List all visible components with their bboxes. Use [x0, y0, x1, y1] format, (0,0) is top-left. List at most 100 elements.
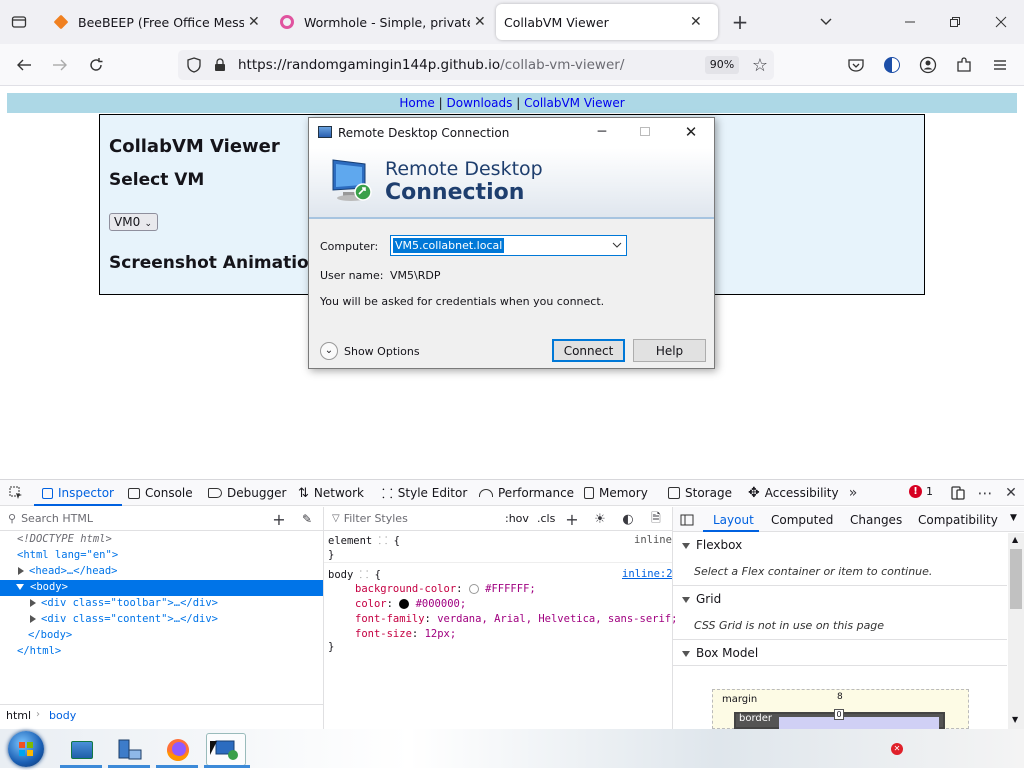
new-tab-icon[interactable]: +: [728, 10, 752, 34]
reload-icon[interactable]: [84, 53, 108, 77]
tracking-protection-shield-icon[interactable]: [182, 53, 206, 77]
tab-style-editor[interactable]: ⸬ Style Editor: [382, 482, 467, 504]
add-rule-icon[interactable]: +: [564, 510, 580, 529]
start-button[interactable]: [8, 731, 44, 767]
markup-line-doctype[interactable]: <!DOCTYPE html>: [17, 533, 112, 545]
chevron-down-icon[interactable]: [612, 239, 622, 254]
devtools-close-icon[interactable]: ✕: [1001, 483, 1021, 503]
dark-mode-icon[interactable]: ◐: [620, 510, 636, 528]
scroll-down-icon[interactable]: ▼: [1012, 715, 1018, 724]
rule-element[interactable]: element ⸬ {: [328, 534, 400, 548]
help-button[interactable]: Help: [633, 339, 706, 362]
element-picker-icon[interactable]: [6, 483, 26, 503]
taskbar-beebeep-icon[interactable]: [62, 733, 102, 766]
markup-line-body-close[interactable]: </body>: [28, 629, 72, 641]
responsive-design-icon[interactable]: [948, 483, 968, 503]
network-error-icon[interactable]: ✕: [891, 743, 903, 755]
tab-storage[interactable]: Storage: [668, 482, 732, 504]
minimize-icon[interactable]: [898, 10, 922, 34]
light-mode-icon[interactable]: ☀: [592, 510, 608, 528]
tab-computed[interactable]: Computed: [771, 513, 833, 527]
bookmark-star-icon[interactable]: ☆: [748, 53, 772, 77]
more-tools-chevron-icon[interactable]: »: [843, 483, 863, 503]
nav-link-downloads[interactable]: Downloads: [447, 96, 513, 110]
error-count[interactable]: ! 1: [909, 485, 933, 498]
tab-changes[interactable]: Changes: [850, 513, 902, 527]
markup-line-head[interactable]: <head>…</head>: [18, 565, 118, 577]
close-window-icon[interactable]: [989, 10, 1013, 34]
swatch-white-icon[interactable]: [468, 584, 479, 594]
filter-styles-input[interactable]: ▽ Filter Styles: [332, 512, 408, 525]
tab-list-icon[interactable]: [6, 10, 32, 34]
forward-icon[interactable]: [48, 53, 72, 77]
collapse-arrow-icon[interactable]: [16, 584, 24, 590]
close-tab-icon[interactable]: ✕: [248, 14, 260, 30]
tab-performance[interactable]: Performance: [479, 482, 574, 504]
zoom-indicator[interactable]: 90%: [705, 56, 739, 74]
connect-button[interactable]: Connect: [552, 339, 625, 362]
account-icon[interactable]: [916, 53, 940, 77]
url-text[interactable]: https://randomgamingin144p.github.io/col…: [238, 57, 624, 73]
prop-color[interactable]: color: #000000;: [355, 598, 466, 610]
show-options-button[interactable]: ⌄ Show Options: [320, 342, 420, 360]
expand-arrow-icon[interactable]: [30, 615, 36, 623]
tab-beebeep[interactable]: BeeBEEP (Free Office Messenge ✕: [46, 4, 268, 40]
tab-collabvm[interactable]: CollabVM Viewer ✕: [496, 4, 718, 40]
markup-line-content-div[interactable]: <div class="content">…</div>: [30, 613, 218, 625]
markup-line-toolbar-div[interactable]: <div class="toolbar">…</div>: [30, 597, 218, 609]
hov-toggle[interactable]: :hov: [505, 512, 529, 525]
expand-arrow-icon[interactable]: [30, 599, 36, 607]
devtools-options-icon[interactable]: ⋯: [975, 483, 995, 503]
tab-debugger[interactable]: Debugger: [208, 482, 286, 504]
toggle-sidebar-icon[interactable]: [678, 511, 696, 529]
tab-console[interactable]: Console: [128, 482, 193, 504]
rdp-minimize-icon[interactable]: ─: [592, 122, 612, 142]
tab-accessibility[interactable]: ✥ Accessibility: [748, 482, 839, 504]
taskbar-firefox-icon[interactable]: [158, 733, 198, 766]
restore-icon[interactable]: [943, 10, 967, 34]
rule-body-source-link[interactable]: inline:2: [622, 568, 673, 580]
vm-select[interactable]: VM0 ⌄: [109, 213, 158, 231]
search-html-input[interactable]: ⚲ Search HTML: [8, 512, 93, 525]
nav-link-home[interactable]: Home: [399, 96, 434, 110]
print-media-icon[interactable]: 🗎: [648, 510, 664, 528]
layout-tabs-overflow-icon[interactable]: ▼: [1010, 513, 1017, 523]
tab-compatibility[interactable]: Compatibility: [918, 513, 998, 527]
breadcrumb-body[interactable]: body: [49, 709, 76, 722]
scroll-up-icon[interactable]: ▲: [1012, 535, 1018, 544]
cls-toggle[interactable]: .cls: [537, 512, 555, 525]
close-tab-icon[interactable]: ✕: [690, 14, 702, 30]
prop-background-color[interactable]: background-color: #FFFFFF;: [355, 583, 536, 595]
prop-font-family[interactable]: font-family: verdana, Arial, Helvetica, …: [355, 613, 677, 625]
add-node-icon[interactable]: +: [270, 510, 288, 529]
layout-scrollbar[interactable]: ▲ ▼: [1008, 533, 1024, 729]
dark-reader-icon[interactable]: [880, 53, 904, 77]
scrollbar-thumb[interactable]: [1010, 549, 1022, 609]
extensions-puzzle-icon[interactable]: [952, 53, 976, 77]
prop-font-size[interactable]: font-size: 12px;: [355, 628, 456, 640]
tab-overflow-chevron-icon[interactable]: [814, 10, 838, 34]
tab-wormhole[interactable]: Wormhole - Simple, private file ✕: [272, 4, 494, 40]
eyedropper-icon[interactable]: ✎: [298, 510, 316, 528]
markup-line-html[interactable]: <html lang="en">: [17, 549, 118, 561]
back-icon[interactable]: [12, 53, 36, 77]
lock-icon[interactable]: [208, 53, 232, 77]
markup-line-html-close[interactable]: </html>: [17, 645, 61, 657]
tab-memory[interactable]: Memory: [584, 482, 648, 504]
box-model-section-header[interactable]: Box Model: [682, 646, 758, 660]
breadcrumb-html[interactable]: html: [6, 709, 31, 722]
rdp-close-icon[interactable]: ✕: [681, 122, 701, 142]
rule-body[interactable]: body ⸬ {: [328, 568, 381, 582]
grid-section-header[interactable]: Grid: [682, 592, 721, 606]
close-tab-icon[interactable]: ✕: [474, 14, 486, 30]
nav-link-collabvm-viewer[interactable]: CollabVM Viewer: [524, 96, 625, 110]
taskbar-network-icon[interactable]: [110, 733, 150, 766]
flexbox-section-header[interactable]: Flexbox: [682, 538, 742, 552]
menu-hamburger-icon[interactable]: [988, 53, 1012, 77]
tab-network[interactable]: ⇅ Network: [298, 482, 364, 504]
markup-line-body[interactable]: <body>: [16, 581, 68, 593]
rdp-title-bar[interactable]: Remote Desktop Connection ─ ✕: [309, 118, 714, 148]
computer-combobox[interactable]: VM5.collabnet.local: [390, 235, 627, 256]
expand-arrow-icon[interactable]: [18, 567, 24, 575]
pocket-icon[interactable]: [844, 53, 868, 77]
